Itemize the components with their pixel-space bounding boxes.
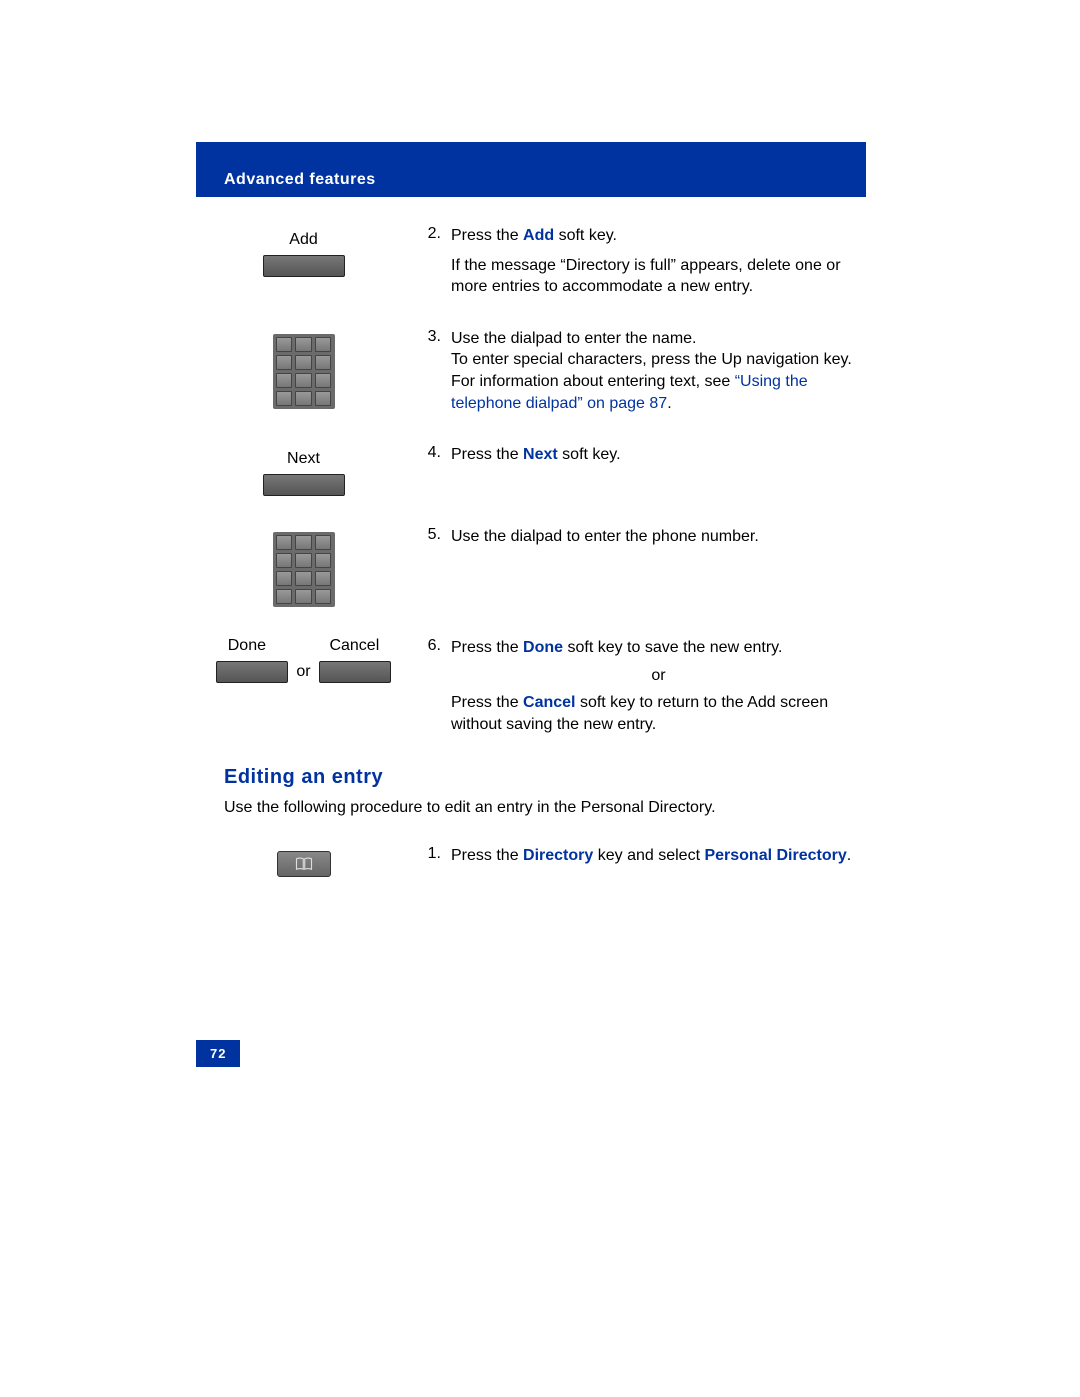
or-text: or bbox=[296, 663, 310, 681]
step2-text-a: Press the bbox=[451, 227, 523, 244]
step2-right: 2. Press the Add soft key. If the messag… bbox=[411, 225, 866, 298]
cancel-label: Cancel bbox=[329, 637, 379, 655]
done-label: Done bbox=[228, 637, 266, 655]
add-softkey-icon bbox=[263, 255, 345, 277]
step3-body: Use the dialpad to enter the name. To en… bbox=[451, 328, 866, 414]
step-row-3: 3. Use the dialpad to enter the name. To… bbox=[196, 328, 866, 414]
book-icon bbox=[295, 857, 313, 871]
step3-num: 3. bbox=[411, 328, 451, 414]
dialpad-key bbox=[295, 589, 312, 604]
sec2-step1-right: 1. Press the Directory key and select Pe… bbox=[411, 845, 866, 877]
step2-num: 2. bbox=[411, 225, 451, 298]
step-row-4: Next 4. Press the Next soft key. bbox=[196, 444, 866, 496]
header-title: Advanced features bbox=[224, 171, 376, 189]
page-number: 72 bbox=[196, 1040, 240, 1067]
step2-add-bold: Add bbox=[523, 227, 554, 244]
sec2-d: Personal Directory bbox=[704, 847, 846, 864]
step5-body: Use the dialpad to enter the phone numbe… bbox=[451, 526, 866, 607]
sec2-c: key and select bbox=[593, 847, 704, 864]
step6-left: Done Cancel or bbox=[196, 637, 411, 735]
next-softkey-icon bbox=[263, 474, 345, 496]
step5-left bbox=[196, 526, 411, 607]
step2-text-c: soft key. bbox=[554, 227, 617, 244]
step-row-6: Done Cancel or 6. Press the Done soft ke… bbox=[196, 637, 866, 735]
dialpad-key bbox=[276, 553, 293, 568]
content-area: Add 2. Press the Add soft key. If the me… bbox=[196, 225, 866, 907]
done-softkey-icon bbox=[216, 661, 288, 683]
sec2-a: Press the bbox=[451, 847, 523, 864]
step-row-2: Add 2. Press the Add soft key. If the me… bbox=[196, 225, 866, 298]
dialpad-key bbox=[276, 589, 293, 604]
dialpad-key bbox=[315, 589, 332, 604]
step6-body: Press the Done soft key to save the new … bbox=[451, 637, 866, 735]
sec2-step1-num: 1. bbox=[411, 845, 451, 877]
dialpad-key bbox=[276, 337, 293, 352]
dialpad-key bbox=[315, 337, 332, 352]
dialpad-key bbox=[315, 391, 332, 406]
dialpad-key bbox=[276, 535, 293, 550]
dialpad-key bbox=[295, 571, 312, 586]
step4-left: Next bbox=[196, 444, 411, 496]
header-bar: Advanced features bbox=[196, 142, 866, 197]
cancel-softkey-icon bbox=[319, 661, 391, 683]
step6-or-center: or bbox=[451, 665, 866, 687]
editing-entry-heading: Editing an entry bbox=[224, 766, 866, 789]
step3-left bbox=[196, 328, 411, 414]
dialpad-key bbox=[315, 553, 332, 568]
section2-step1-row: 1. Press the Directory key and select Pe… bbox=[196, 845, 866, 877]
step6-a: Press the bbox=[451, 639, 523, 656]
step4-num: 4. bbox=[411, 444, 451, 496]
dialpad-key bbox=[295, 535, 312, 550]
step6-d: Press the bbox=[451, 694, 523, 711]
step5-num: 5. bbox=[411, 526, 451, 607]
dialpad-key bbox=[315, 373, 332, 388]
step3-right: 3. Use the dialpad to enter the name. To… bbox=[411, 328, 866, 414]
step3-line1: Use the dialpad to enter the name. bbox=[451, 328, 866, 350]
next-label: Next bbox=[287, 450, 320, 468]
dialpad-key bbox=[315, 571, 332, 586]
dialpad-key bbox=[295, 337, 312, 352]
dialpad-key bbox=[315, 535, 332, 550]
add-label: Add bbox=[289, 231, 317, 249]
step4-a: Press the bbox=[451, 446, 523, 463]
dialpad-key bbox=[276, 373, 293, 388]
dialpad-key bbox=[315, 355, 332, 370]
done-cancel-block: Done Cancel or bbox=[196, 637, 411, 683]
step6-e: Cancel bbox=[523, 694, 575, 711]
step-row-5: 5. Use the dialpad to enter the phone nu… bbox=[196, 526, 866, 607]
dialpad-icon-2 bbox=[273, 532, 335, 607]
step6-c: soft key to save the new entry. bbox=[563, 639, 782, 656]
step3-line2-end: . bbox=[667, 395, 671, 412]
step5-right: 5. Use the dialpad to enter the phone nu… bbox=[411, 526, 866, 607]
sec2-step1-body: Press the Directory key and select Perso… bbox=[451, 845, 866, 877]
dialpad-key bbox=[295, 391, 312, 406]
dialpad-key bbox=[276, 355, 293, 370]
dialpad-key bbox=[276, 571, 293, 586]
dialpad-key bbox=[276, 391, 293, 406]
dialpad-icon bbox=[273, 334, 335, 409]
step2-para: If the message “Directory is full” appea… bbox=[451, 255, 866, 298]
editing-entry-intro: Use the following procedure to edit an e… bbox=[224, 799, 866, 817]
directory-button-icon bbox=[277, 851, 331, 877]
document-page: Advanced features Add 2. Press the Add s… bbox=[0, 0, 1080, 1397]
step6-right: 6. Press the Done soft key to save the n… bbox=[411, 637, 866, 735]
step6-b: Done bbox=[523, 639, 563, 656]
sec2-step1-left bbox=[196, 845, 411, 877]
step2-left: Add bbox=[196, 225, 411, 298]
sec2-e: . bbox=[847, 847, 851, 864]
step6-num: 6. bbox=[411, 637, 451, 735]
dialpad-key bbox=[295, 553, 312, 568]
dialpad-key bbox=[295, 355, 312, 370]
step4-b: Next bbox=[523, 446, 558, 463]
step4-body: Press the Next soft key. bbox=[451, 444, 866, 496]
step2-body: Press the Add soft key. If the message “… bbox=[451, 225, 866, 298]
dialpad-key bbox=[295, 373, 312, 388]
step4-right: 4. Press the Next soft key. bbox=[411, 444, 866, 496]
sec2-b: Directory bbox=[523, 847, 593, 864]
step4-c: soft key. bbox=[558, 446, 621, 463]
